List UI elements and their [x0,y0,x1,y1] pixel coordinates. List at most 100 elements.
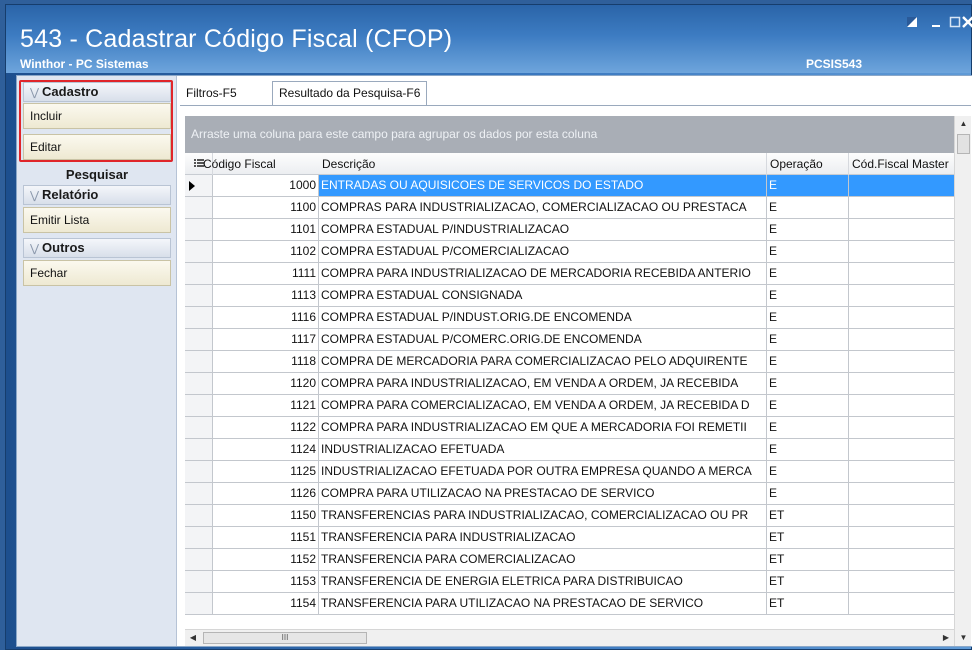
table-row[interactable]: 1122 COMPRA PARA INDUSTRIALIZACAO EM QUE … [185,417,954,439]
cell-master[interactable] [849,593,954,615]
table-row[interactable]: 1116 COMPRA ESTADUAL P/INDUST.ORIG.DE ENC… [185,307,954,329]
scroll-thumb-horizontal[interactable]: III [203,632,367,644]
row-indicator[interactable] [185,549,213,571]
cell-master[interactable] [849,285,954,307]
cell-codigo[interactable]: 1100 [213,197,319,219]
cell-descricao[interactable]: TRANSFERENCIA PARA COMERCIALIZACAO [319,549,767,571]
cell-operacao[interactable]: ET [767,571,849,593]
row-indicator[interactable] [185,175,213,197]
cell-descricao[interactable]: TRANSFERENCIAS PARA INDUSTRIALIZACAO, CO… [319,505,767,527]
row-indicator[interactable] [185,351,213,373]
cell-codigo[interactable]: 1126 [213,483,319,505]
cell-codigo[interactable]: 1154 [213,593,319,615]
cell-operacao[interactable]: E [767,417,849,439]
row-indicator[interactable] [185,417,213,439]
table-row[interactable]: 1113 COMPRA ESTADUAL CONSIGNADA E [185,285,954,307]
emitir-lista-button[interactable]: Emitir Lista [23,207,171,233]
cell-descricao[interactable]: INDUSTRIALIZACAO EFETUADA [319,439,767,461]
row-indicator[interactable] [185,439,213,461]
row-indicator[interactable] [185,461,213,483]
table-row[interactable]: 1101 COMPRA ESTADUAL P/INDUSTRIALIZACAO E [185,219,954,241]
cell-descricao[interactable]: COMPRA ESTADUAL P/COMERCIALIZACAO [319,241,767,263]
row-indicator[interactable] [185,483,213,505]
row-indicator[interactable] [185,395,213,417]
cell-codigo[interactable]: 1122 [213,417,319,439]
column-header-codigo[interactable]: Código Fiscal [185,153,319,175]
cell-descricao[interactable]: COMPRA ESTADUAL P/INDUST.ORIG.DE ENCOMEN… [319,307,767,329]
cell-operacao[interactable]: E [767,439,849,461]
cell-descricao[interactable]: INDUSTRIALIZACAO EFETUADA POR OUTRA EMPR… [319,461,767,483]
table-row[interactable]: 1124 INDUSTRIALIZACAO EFETUADA E [185,439,954,461]
cell-codigo[interactable]: 1125 [213,461,319,483]
cell-descricao[interactable]: ENTRADAS OU AQUISICOES DE SERVICOS DO ES… [319,175,767,197]
cell-operacao[interactable]: E [767,197,849,219]
cell-codigo[interactable]: 1151 [213,527,319,549]
scroll-down-icon[interactable]: ▼ [955,630,972,646]
table-row[interactable]: 1150 TRANSFERENCIAS PARA INDUSTRIALIZACAO… [185,505,954,527]
title-bar[interactable]: 543 - Cadastrar Código Fiscal (CFOP) Win… [6,5,972,73]
row-indicator[interactable] [185,505,213,527]
section-relatorio[interactable]: ⋁ Relatório [23,185,171,205]
cell-codigo[interactable]: 1152 [213,549,319,571]
group-by-panel[interactable]: Arraste uma coluna para este campo para … [185,116,954,153]
table-row[interactable]: 1154 TRANSFERENCIA PARA UTILIZACAO NA PRE… [185,593,954,615]
row-indicator[interactable] [185,527,213,549]
section-outros[interactable]: ⋁ Outros [23,238,171,258]
row-indicator[interactable] [185,373,213,395]
cell-master[interactable] [849,241,954,263]
cell-codigo[interactable]: 1118 [213,351,319,373]
column-header-operacao[interactable]: Operação [767,153,849,175]
cell-operacao[interactable]: E [767,483,849,505]
cell-master[interactable] [849,219,954,241]
row-indicator[interactable] [185,307,213,329]
cell-master[interactable] [849,571,954,593]
cell-codigo[interactable]: 1111 [213,263,319,285]
cell-master[interactable] [849,197,954,219]
cell-operacao[interactable]: E [767,461,849,483]
cell-codigo[interactable]: 1000 [213,175,319,197]
table-row[interactable]: 1118 COMPRA DE MERCADORIA PARA COMERCIALI… [185,351,954,373]
restore-icon[interactable] [903,15,921,31]
cell-operacao[interactable]: E [767,395,849,417]
cell-operacao[interactable]: E [767,263,849,285]
cell-operacao[interactable]: E [767,373,849,395]
cell-descricao[interactable]: COMPRA PARA COMERCIALIZACAO, EM VENDA A … [319,395,767,417]
cell-master[interactable] [849,351,954,373]
column-header-master[interactable]: Cód.Fiscal Master [849,153,954,175]
cell-codigo[interactable]: 1116 [213,307,319,329]
table-row[interactable]: 1120 COMPRA PARA INDUSTRIALIZACAO, EM VEN… [185,373,954,395]
table-row[interactable]: 1126 COMPRA PARA UTILIZACAO NA PRESTACAO … [185,483,954,505]
table-row[interactable]: 1125 INDUSTRIALIZACAO EFETUADA POR OUTRA … [185,461,954,483]
scroll-up-icon[interactable]: ▲ [955,116,972,132]
row-indicator[interactable] [185,329,213,351]
cell-master[interactable] [849,373,954,395]
cell-operacao[interactable]: E [767,219,849,241]
cell-descricao[interactable]: COMPRA PARA INDUSTRIALIZACAO DE MERCADOR… [319,263,767,285]
scroll-right-icon[interactable]: ▶ [938,630,954,646]
cell-codigo[interactable]: 1120 [213,373,319,395]
cell-descricao[interactable]: COMPRA PARA UTILIZACAO NA PRESTACAO DE S… [319,483,767,505]
table-row[interactable]: 1111 COMPRA PARA INDUSTRIALIZACAO DE MERC… [185,263,954,285]
cell-operacao[interactable]: ET [767,505,849,527]
table-row[interactable]: 1151 TRANSFERENCIA PARA INDUSTRIALIZACAO E… [185,527,954,549]
cell-descricao[interactable]: COMPRA ESTADUAL CONSIGNADA [319,285,767,307]
cell-master[interactable] [849,263,954,285]
cell-descricao[interactable]: COMPRA PARA INDUSTRIALIZACAO, EM VENDA A… [319,373,767,395]
table-row[interactable]: 1152 TRANSFERENCIA PARA COMERCIALIZACAO ET [185,549,954,571]
cell-descricao[interactable]: COMPRAS PARA INDUSTRIALIZACAO, COMERCIAL… [319,197,767,219]
cell-codigo[interactable]: 1121 [213,395,319,417]
cell-operacao[interactable]: E [767,351,849,373]
cell-master[interactable] [849,527,954,549]
cell-master[interactable] [849,461,954,483]
cell-codigo[interactable]: 1150 [213,505,319,527]
cell-codigo[interactable]: 1113 [213,285,319,307]
cell-operacao[interactable]: E [767,175,849,197]
cell-operacao[interactable]: E [767,241,849,263]
table-row[interactable]: 1117 COMPRA ESTADUAL P/COMERC.ORIG.DE ENC… [185,329,954,351]
scroll-thumb[interactable] [957,134,970,154]
cell-master[interactable] [849,417,954,439]
tab-filtros[interactable]: Filtros-F5 [180,83,243,105]
cell-operacao[interactable]: E [767,307,849,329]
cell-operacao[interactable]: E [767,329,849,351]
cell-master[interactable] [849,549,954,571]
